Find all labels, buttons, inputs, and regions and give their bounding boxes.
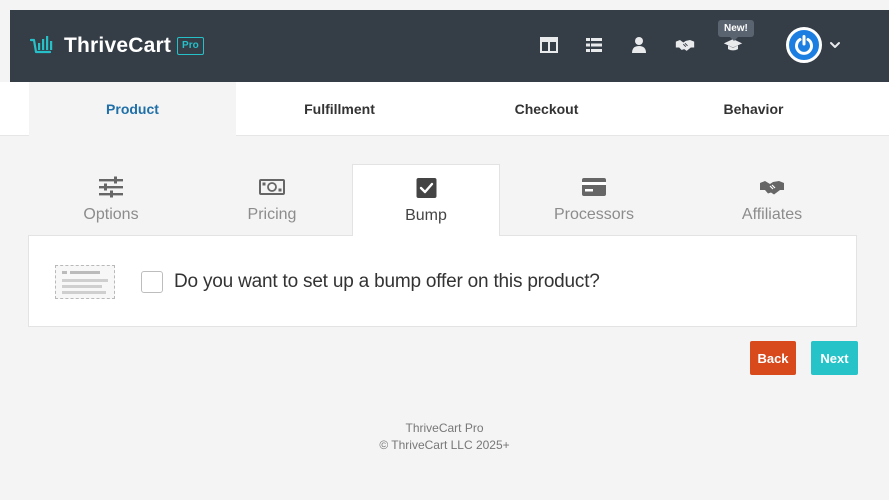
tab-product[interactable]: Product xyxy=(29,82,236,136)
tab-fulfillment[interactable]: Fulfillment xyxy=(236,82,443,136)
tab-checkout[interactable]: Checkout xyxy=(443,82,650,136)
bump-panel: Do you want to set up a bump offer on th… xyxy=(28,235,857,327)
footer-copyright: © ThriveCart LLC 2025+ xyxy=(379,438,510,452)
layout-icon[interactable] xyxy=(538,34,560,56)
user-icon[interactable] xyxy=(628,34,650,56)
subtab-pricing-label: Pricing xyxy=(247,206,297,223)
bump-illustration-icon xyxy=(55,265,115,299)
handshake-icon[interactable] xyxy=(674,34,696,56)
chevron-down-icon[interactable] xyxy=(828,38,842,52)
bump-offer-question[interactable]: Do you want to set up a bump offer on th… xyxy=(174,271,600,293)
power-icon xyxy=(795,35,813,55)
subtab-pricing[interactable]: Pricing xyxy=(198,164,346,236)
cart-logo-icon xyxy=(30,36,53,54)
subtab-processors-label: Processors xyxy=(553,206,635,223)
subtab-bump-label: Bump xyxy=(405,207,447,224)
subtab-affiliates-label: Affiliates xyxy=(741,206,803,223)
avatar[interactable] xyxy=(786,27,822,63)
checkbox-icon xyxy=(416,178,437,198)
top-header: ThriveCart Pro New! xyxy=(10,10,889,82)
money-icon xyxy=(259,179,285,195)
footer-product-name: ThriveCart Pro xyxy=(405,421,484,435)
subtab-options[interactable]: Options xyxy=(37,164,185,236)
subtab-processors[interactable]: Processors xyxy=(520,164,668,236)
brand-logo[interactable]: ThriveCart Pro xyxy=(30,34,204,58)
handshake-icon xyxy=(760,181,784,195)
bump-offer-checkbox[interactable] xyxy=(141,271,163,293)
next-button[interactable]: Next xyxy=(811,341,858,375)
brand-badge: Pro xyxy=(177,37,204,55)
back-button[interactable]: Back xyxy=(750,341,796,375)
tab-behavior[interactable]: Behavior xyxy=(650,82,857,136)
subtab-affiliates[interactable]: Affiliates xyxy=(698,164,846,236)
grid-list-icon[interactable] xyxy=(583,34,605,56)
brand-name: ThriveCart xyxy=(64,34,172,57)
main-tabs: Product Fulfillment Checkout Behavior xyxy=(0,82,889,136)
new-badge: New! xyxy=(718,20,754,41)
sliders-icon xyxy=(99,176,123,198)
subtab-options-label: Options xyxy=(83,206,139,223)
subtab-bump[interactable]: Bump xyxy=(352,164,500,236)
credit-card-icon xyxy=(582,178,606,196)
